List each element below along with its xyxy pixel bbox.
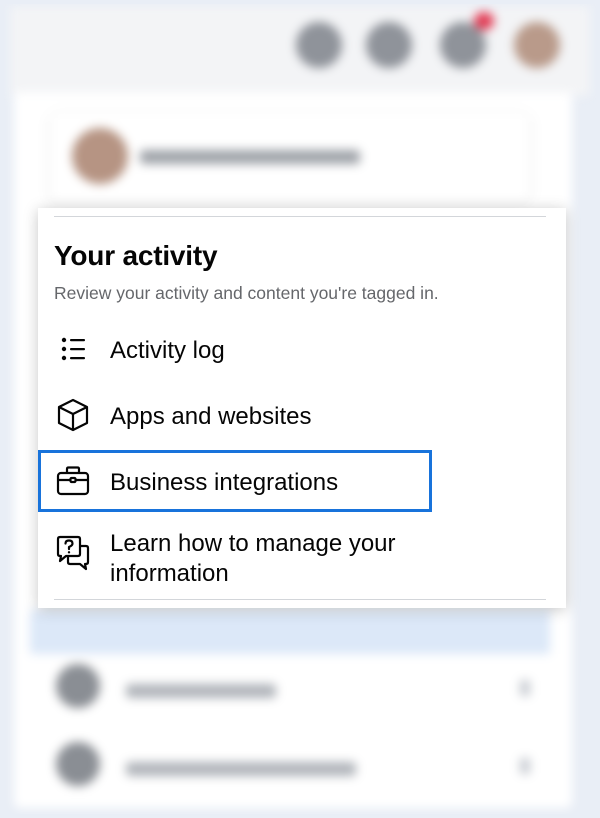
list-icon	[54, 330, 92, 368]
profile-avatar	[72, 128, 128, 184]
divider-bottom	[54, 599, 546, 600]
divider-top	[54, 216, 546, 217]
menu-icon	[296, 22, 342, 68]
chevron-right-icon	[520, 758, 530, 774]
business-integrations-label: Business integrations	[110, 469, 339, 496]
learn-manage-information-item[interactable]: Learn how to manage your information	[38, 528, 566, 592]
cube-icon	[54, 396, 92, 434]
learn-manage-information-label: Learn how to manage your information	[110, 530, 396, 587]
account-avatar	[514, 22, 560, 68]
activity-log-label: Activity log	[110, 337, 225, 364]
activity-log-item[interactable]: Activity log	[38, 330, 566, 370]
profile-name-placeholder	[140, 150, 360, 164]
business-integrations-item[interactable]: Business integrations	[38, 450, 432, 512]
notification-badge	[474, 12, 494, 30]
apps-and-websites-item[interactable]: Apps and websites	[38, 396, 566, 436]
help-support-icon	[56, 664, 100, 708]
briefcase-icon	[54, 462, 92, 500]
help-chat-icon	[54, 534, 92, 572]
help-support-label-placeholder	[126, 684, 276, 698]
apps-and-websites-label: Apps and websites	[110, 403, 312, 430]
display-accessibility-label-placeholder	[126, 762, 356, 776]
section-subtitle: Review your activity and content you're …	[54, 283, 439, 303]
display-accessibility-icon	[56, 742, 100, 786]
chevron-right-icon	[520, 680, 530, 696]
messenger-icon	[366, 22, 412, 68]
your-activity-card: Your activity Review your activity and c…	[38, 208, 566, 608]
section-title: Your activity	[54, 240, 218, 271]
settings-row-highlight	[30, 610, 550, 654]
